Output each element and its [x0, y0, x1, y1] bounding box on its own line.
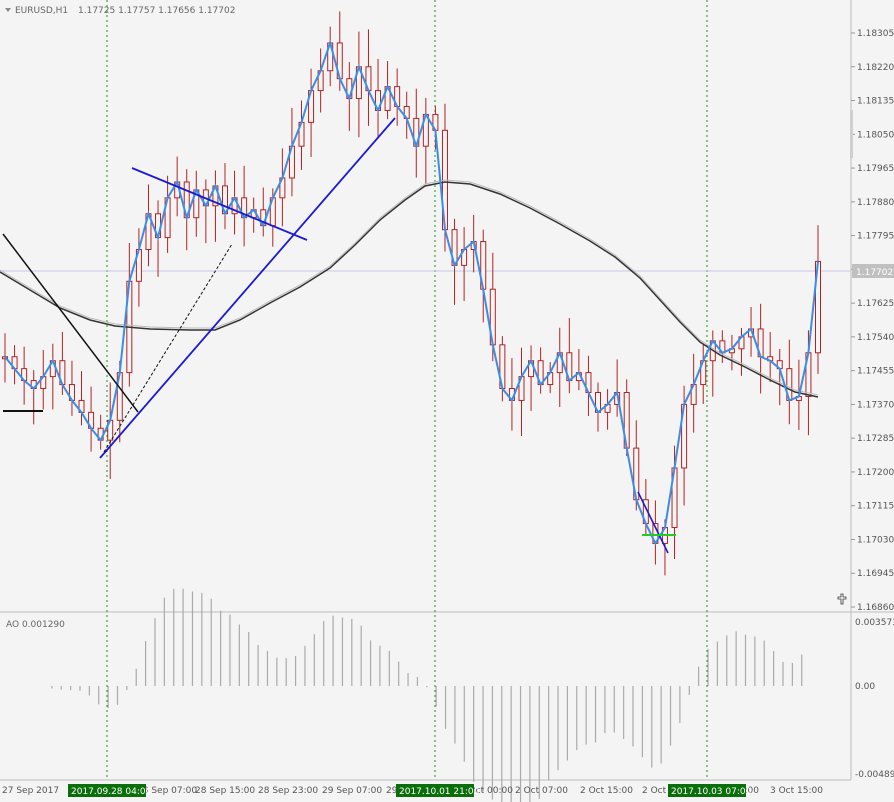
price-tick-label: 1.17370	[857, 400, 894, 410]
date-marker-text: 2017.10.01 21:00	[399, 787, 480, 797]
time-tick-label: 3 Oct 15:00	[770, 786, 823, 796]
date-marker-text: 2017.10.03 07:00	[671, 787, 752, 797]
price-tick-label: 1.18050	[857, 130, 894, 140]
ao-tick-label: 0.003573	[855, 618, 894, 628]
time-tick-label: 27 Sep 2017	[2, 786, 59, 796]
date-marker-2: 2017.10.01 21:00	[396, 784, 480, 797]
ao-tick-label: 0.00	[855, 682, 875, 692]
price-axis: 1.18305 1.18220 1.18135 1.18050 1.17965 1.178…	[851, 29, 894, 613]
time-tick-label: 28 Sep 15:00	[195, 786, 255, 796]
price-tick-label: 1.17965	[857, 164, 894, 174]
current-price-tag: 1.17702	[852, 264, 894, 278]
ao-tick-label: -0.004894	[855, 770, 894, 780]
chart-canvas[interactable]: EURUSD,H1 1.17725 1.17757 1.17656 1.1770…	[0, 0, 894, 802]
price-tick-label: 1.17880	[857, 198, 894, 208]
price-tick-label: 1.17285	[857, 434, 894, 444]
date-marker-text: 2017.09.28 04:00	[71, 787, 152, 797]
price-tick-label: 1.17540	[857, 333, 894, 343]
header-symbol: EURUSD,H1	[15, 6, 68, 16]
time-tick-label: 2 Oct 07:00	[515, 786, 568, 796]
price-tick-label: 1.16860	[857, 603, 894, 613]
price-axis-scroll[interactable]	[850, 110, 853, 158]
date-marker-3: 2017.10.03 07:00	[668, 784, 752, 797]
price-tick-label: 1.18305	[857, 29, 894, 39]
price-tick-label: 1.18135	[857, 97, 894, 107]
current-price-tag-text: 1.17702	[856, 268, 893, 278]
price-tick-label: 1.17455	[857, 367, 894, 377]
ao-axis: 0.003573 0.00 -0.004894	[855, 618, 894, 780]
time-tick-label: 28 Sep 23:00	[258, 786, 318, 796]
price-tick-label: 1.17115	[857, 502, 894, 512]
price-tick-label: 1.16945	[857, 569, 894, 579]
ao-panel-bg	[0, 613, 851, 780]
price-tick-label: 1.17030	[857, 535, 894, 545]
ao-label: AO 0.001290	[6, 620, 65, 630]
date-marker-1: 2017.09.28 04:00	[68, 784, 152, 797]
header-ohlc: 1.17725 1.17757 1.17656 1.17702	[78, 6, 235, 16]
price-tick-label: 1.17200	[857, 468, 894, 478]
price-tick-label: 1.17795	[857, 232, 894, 242]
price-tick-label: 1.17625	[857, 299, 894, 309]
time-tick-label: 29 Sep 07:00	[322, 786, 382, 796]
chart-header: EURUSD,H1 1.17725 1.17757 1.17656 1.1770…	[5, 6, 235, 16]
time-tick-label: 2 Oct 15:00	[580, 786, 633, 796]
price-tick-label: 1.18220	[857, 63, 894, 73]
